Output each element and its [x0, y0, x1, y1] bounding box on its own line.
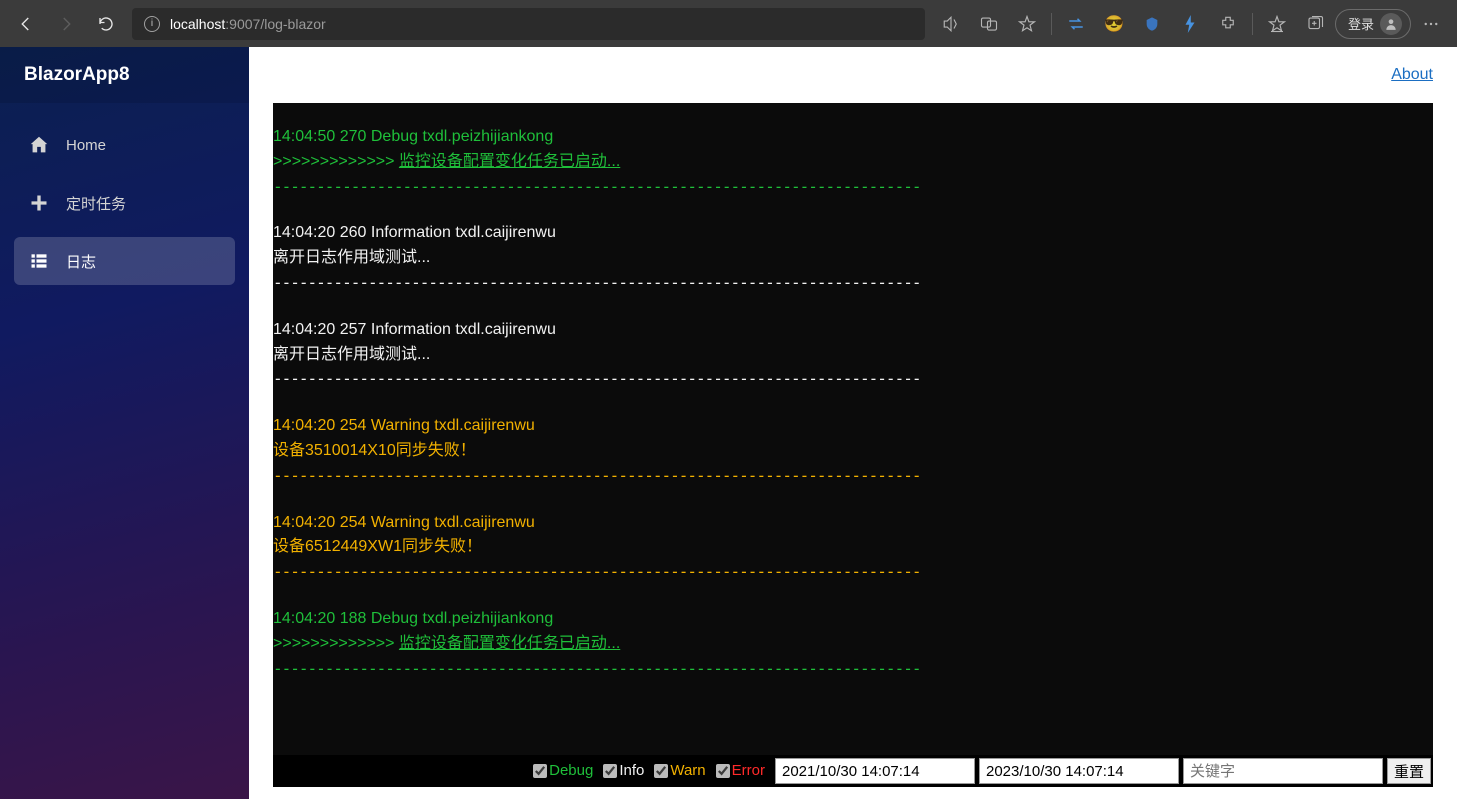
main: About 14:04:50 270 Debug txdl.peizhijian…: [249, 47, 1457, 799]
log-divider: ----------------------------------------…: [273, 367, 1433, 392]
log-divider: ----------------------------------------…: [273, 464, 1433, 489]
log-entry: 14:04:20 254 Warning txdl.caijirenwu设备65…: [273, 511, 1433, 585]
browser-toolbar: i localhost:9007/log-blazor 😎 登录: [0, 0, 1457, 47]
log-body-prefix: >>>>>>>>>>>>>: [273, 153, 399, 170]
toolbar-icons: 😎 登录: [933, 8, 1449, 40]
log-head: 14:04:20 257 Information txdl.caijirenwu: [273, 318, 1433, 343]
filter-error-label: Error: [732, 759, 765, 782]
collections-icon[interactable]: [1297, 8, 1333, 40]
app-root: BlazorApp8 Home 定时任务 日志: [0, 47, 1457, 799]
log-divider: ----------------------------------------…: [273, 657, 1433, 682]
login-label: 登录: [1348, 14, 1374, 33]
error-check[interactable]: [716, 764, 730, 778]
filter-info-label: Info: [619, 759, 644, 782]
log-panel[interactable]: 14:04:50 270 Debug txdl.peizhijiankong>>…: [273, 103, 1433, 787]
log-body-link[interactable]: 监控设备配置变化任务已启动...: [399, 153, 620, 170]
sync-icon[interactable]: [1058, 8, 1094, 40]
site-info-icon[interactable]: i: [144, 16, 160, 32]
filter-debug-label: Debug: [549, 759, 593, 782]
filter-warn-checkbox[interactable]: Warn: [654, 759, 705, 782]
log-head: 14:04:50 270 Debug txdl.peizhijiankong: [273, 125, 1433, 150]
about-link[interactable]: About: [1391, 66, 1433, 84]
date-to-input[interactable]: [979, 758, 1179, 784]
log-body: 离开日志作用域测试...: [273, 246, 1433, 271]
avatar-icon: [1380, 13, 1402, 35]
address-bar[interactable]: i localhost:9007/log-blazor: [132, 8, 925, 40]
reset-button[interactable]: 重置: [1387, 758, 1431, 784]
plus-icon: [28, 192, 50, 214]
ext-bolt-icon[interactable]: [1172, 8, 1208, 40]
sidebar: BlazorApp8 Home 定时任务 日志: [0, 47, 249, 799]
debug-check[interactable]: [533, 764, 547, 778]
filter-debug-checkbox[interactable]: Debug: [533, 759, 593, 782]
filter-info-checkbox[interactable]: Info: [603, 759, 644, 782]
divider: [1051, 13, 1052, 35]
log-divider: ----------------------------------------…: [273, 175, 1433, 200]
brand-title: BlazorApp8: [0, 47, 249, 103]
back-button[interactable]: [8, 8, 44, 40]
log-body-link[interactable]: 监控设备配置变化任务已启动...: [399, 635, 620, 652]
login-button[interactable]: 登录: [1335, 9, 1411, 39]
log-body: 设备6512449XW1同步失败！: [273, 535, 1433, 560]
log-body: >>>>>>>>>>>>> 监控设备配置变化任务已启动...: [273, 632, 1433, 657]
extensions-icon[interactable]: [1210, 8, 1246, 40]
date-from-input[interactable]: [775, 758, 975, 784]
forward-button[interactable]: [48, 8, 84, 40]
ext-face-icon[interactable]: 😎: [1096, 8, 1132, 40]
log-head: 14:04:20 254 Warning txdl.caijirenwu: [273, 414, 1433, 439]
log-entry: 14:04:50 270 Debug txdl.peizhijiankong>>…: [273, 125, 1433, 199]
log-entry: 14:04:20 260 Information txdl.caijirenwu…: [273, 221, 1433, 295]
log-body: 设备3510014X10同步失败！: [273, 439, 1433, 464]
more-icon[interactable]: [1413, 8, 1449, 40]
url-port: :9007: [225, 16, 260, 32]
content: 14:04:50 270 Debug txdl.peizhijiankong>>…: [249, 103, 1457, 799]
filter-warn-label: Warn: [670, 759, 705, 782]
ext-shield-icon[interactable]: [1134, 8, 1170, 40]
url-path: /log-blazor: [260, 16, 325, 32]
sidebar-item-home[interactable]: Home: [14, 121, 235, 169]
url-host: localhost: [170, 16, 225, 32]
info-check[interactable]: [603, 764, 617, 778]
refresh-button[interactable]: [88, 8, 124, 40]
home-icon: [28, 134, 50, 156]
sidebar-item-label: Home: [66, 137, 106, 154]
log-entry: 14:04:20 254 Warning txdl.caijirenwu设备35…: [273, 414, 1433, 488]
nav: Home 定时任务 日志: [0, 103, 249, 295]
log-entry: 14:04:20 257 Information txdl.caijirenwu…: [273, 318, 1433, 392]
log-divider: ----------------------------------------…: [273, 560, 1433, 585]
list-icon: [28, 250, 50, 272]
filter-error-checkbox[interactable]: Error: [716, 759, 765, 782]
top-bar: About: [249, 47, 1457, 103]
log-body: 离开日志作用域测试...: [273, 343, 1433, 368]
sidebar-item-label: 日志: [66, 251, 96, 272]
log-head: 14:04:20 188 Debug txdl.peizhijiankong: [273, 607, 1433, 632]
warn-check[interactable]: [654, 764, 668, 778]
log-entry: 14:04:20 188 Debug txdl.peizhijiankong>>…: [273, 607, 1433, 681]
sidebar-item-logs[interactable]: 日志: [14, 237, 235, 285]
read-aloud-icon[interactable]: [933, 8, 969, 40]
divider: [1252, 13, 1253, 35]
keyword-input[interactable]: [1183, 758, 1383, 784]
log-body: >>>>>>>>>>>>> 监控设备配置变化任务已启动...: [273, 150, 1433, 175]
translate-icon[interactable]: [971, 8, 1007, 40]
log-head: 14:04:20 260 Information txdl.caijirenwu: [273, 221, 1433, 246]
filter-bar: Debug Info Warn Error: [273, 755, 1433, 787]
sidebar-item-scheduled-tasks[interactable]: 定时任务: [14, 179, 235, 227]
favorite-icon[interactable]: [1009, 8, 1045, 40]
sidebar-item-label: 定时任务: [66, 193, 126, 214]
favorites-bar-icon[interactable]: [1259, 8, 1295, 40]
log-body-prefix: >>>>>>>>>>>>>: [273, 635, 399, 652]
log-head: 14:04:20 254 Warning txdl.caijirenwu: [273, 511, 1433, 536]
log-divider: ----------------------------------------…: [273, 271, 1433, 296]
